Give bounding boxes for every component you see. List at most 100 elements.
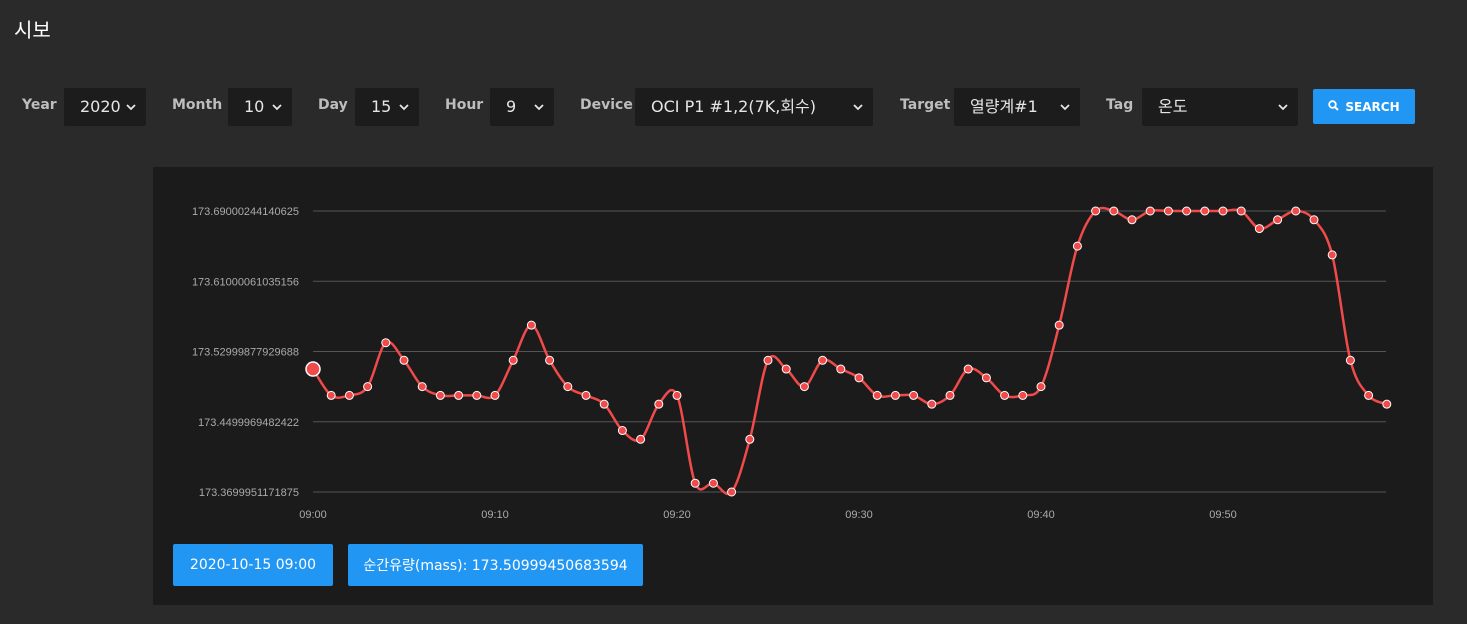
data-point <box>599 399 609 409</box>
data-point <box>1182 206 1192 216</box>
data-point <box>454 390 464 400</box>
data-point <box>1236 206 1246 216</box>
data-point <box>981 373 991 383</box>
data-point <box>363 382 373 392</box>
target-select[interactable]: 열량계#1 <box>954 88 1080 126</box>
data-point <box>872 390 882 400</box>
chevron-down-icon <box>1058 88 1072 126</box>
hour-select[interactable]: 9 <box>490 88 554 126</box>
data-point <box>1309 215 1319 225</box>
device-select[interactable]: OCI P1 #1,2(7K,회수) <box>635 88 873 126</box>
x-tick-label: 09:50 <box>1209 509 1237 521</box>
data-point <box>781 364 791 374</box>
data-point <box>763 355 773 365</box>
data-point <box>435 390 445 400</box>
data-point <box>927 399 937 409</box>
chevron-down-icon <box>532 88 546 126</box>
hour-value: 9 <box>506 97 517 116</box>
data-point <box>617 426 627 436</box>
data-point <box>945 390 955 400</box>
day-label: Day <box>318 97 348 113</box>
device-label: Device <box>580 97 633 113</box>
y-tick-label: 173.52999877929688 <box>192 347 299 359</box>
data-point <box>672 390 682 400</box>
search-button-label: SEARCH <box>1345 99 1400 114</box>
x-tick-label: 09:00 <box>299 509 327 521</box>
x-tick-label: 09:10 <box>481 509 509 521</box>
data-point <box>526 320 536 330</box>
data-point <box>508 355 518 365</box>
data-point <box>963 364 973 374</box>
data-point <box>1072 241 1082 251</box>
data-point <box>854 373 864 383</box>
tag-label: Tag <box>1106 97 1134 113</box>
data-point <box>1382 399 1392 409</box>
data-point <box>1127 215 1137 225</box>
chevron-down-icon <box>851 88 865 126</box>
data-point <box>654 399 664 409</box>
search-icon <box>1328 99 1340 114</box>
day-select[interactable]: 15 <box>355 88 419 126</box>
data-point <box>818 355 828 365</box>
data-point <box>1200 206 1210 216</box>
year-label: Year <box>22 97 57 113</box>
chevron-down-icon <box>397 88 411 126</box>
tag-select[interactable]: 온도 <box>1142 88 1298 126</box>
y-tick-label: 173.4499969482422 <box>198 417 299 429</box>
chevron-down-icon <box>124 88 138 126</box>
hour-label: Hour <box>445 97 484 113</box>
data-point <box>417 382 427 392</box>
x-tick-label: 09:20 <box>663 509 691 521</box>
data-point <box>1145 206 1155 216</box>
data-point <box>890 390 900 400</box>
data-point <box>909 390 919 400</box>
chevron-down-icon <box>270 88 284 126</box>
x-tick-label: 09:30 <box>845 509 873 521</box>
data-point <box>1345 355 1355 365</box>
target-label: Target <box>900 97 951 113</box>
data-point <box>1327 250 1337 260</box>
data-point <box>636 434 646 444</box>
search-button[interactable]: SEARCH <box>1313 89 1415 124</box>
month-select[interactable]: 10 <box>228 88 292 126</box>
y-tick-label: 173.61000061035156 <box>192 276 299 288</box>
data-point <box>727 487 737 497</box>
data-point <box>1000 390 1010 400</box>
data-point <box>1018 390 1028 400</box>
month-label: Month <box>172 97 223 113</box>
data-point <box>1273 215 1283 225</box>
data-point <box>344 390 354 400</box>
value-button[interactable]: 순간유량(mass): 173.50999450683594 <box>348 544 643 586</box>
tag-value: 온도 <box>1158 97 1188 116</box>
data-point <box>1054 320 1064 330</box>
year-value: 2020 <box>80 97 121 116</box>
filter-bar: Year 2020 Month 10 Day 15 Hour 9 Device … <box>0 88 1467 128</box>
data-point <box>708 478 718 488</box>
data-point <box>1254 224 1264 234</box>
y-tick-label: 173.69000244140625 <box>192 206 299 218</box>
page-title: 시보 <box>14 18 51 42</box>
data-point <box>745 434 755 444</box>
data-point <box>490 390 500 400</box>
data-point <box>1109 206 1119 216</box>
data-point <box>836 364 846 374</box>
data-point <box>1291 206 1301 216</box>
x-tick-label: 09:40 <box>1027 509 1055 521</box>
data-point <box>472 390 482 400</box>
data-point <box>381 338 391 348</box>
year-select[interactable]: 2020 <box>64 88 146 126</box>
data-point <box>399 355 409 365</box>
line-chart: 173.3699951171875 173.4499969482422 173.52… <box>192 206 1392 521</box>
data-point <box>1163 206 1173 216</box>
chart-panel: 173.3699951171875 173.4499969482422 173.52… <box>153 167 1433 605</box>
data-point <box>690 478 700 488</box>
target-value: 열량계#1 <box>970 97 1038 116</box>
y-tick-label: 173.3699951171875 <box>199 487 299 499</box>
data-point <box>1036 382 1046 392</box>
data-point <box>581 390 591 400</box>
data-point <box>305 361 321 377</box>
timestamp-button[interactable]: 2020-10-15 09:00 <box>173 544 333 586</box>
data-point <box>545 355 555 365</box>
day-value: 15 <box>371 97 392 116</box>
data-point <box>1091 206 1101 216</box>
